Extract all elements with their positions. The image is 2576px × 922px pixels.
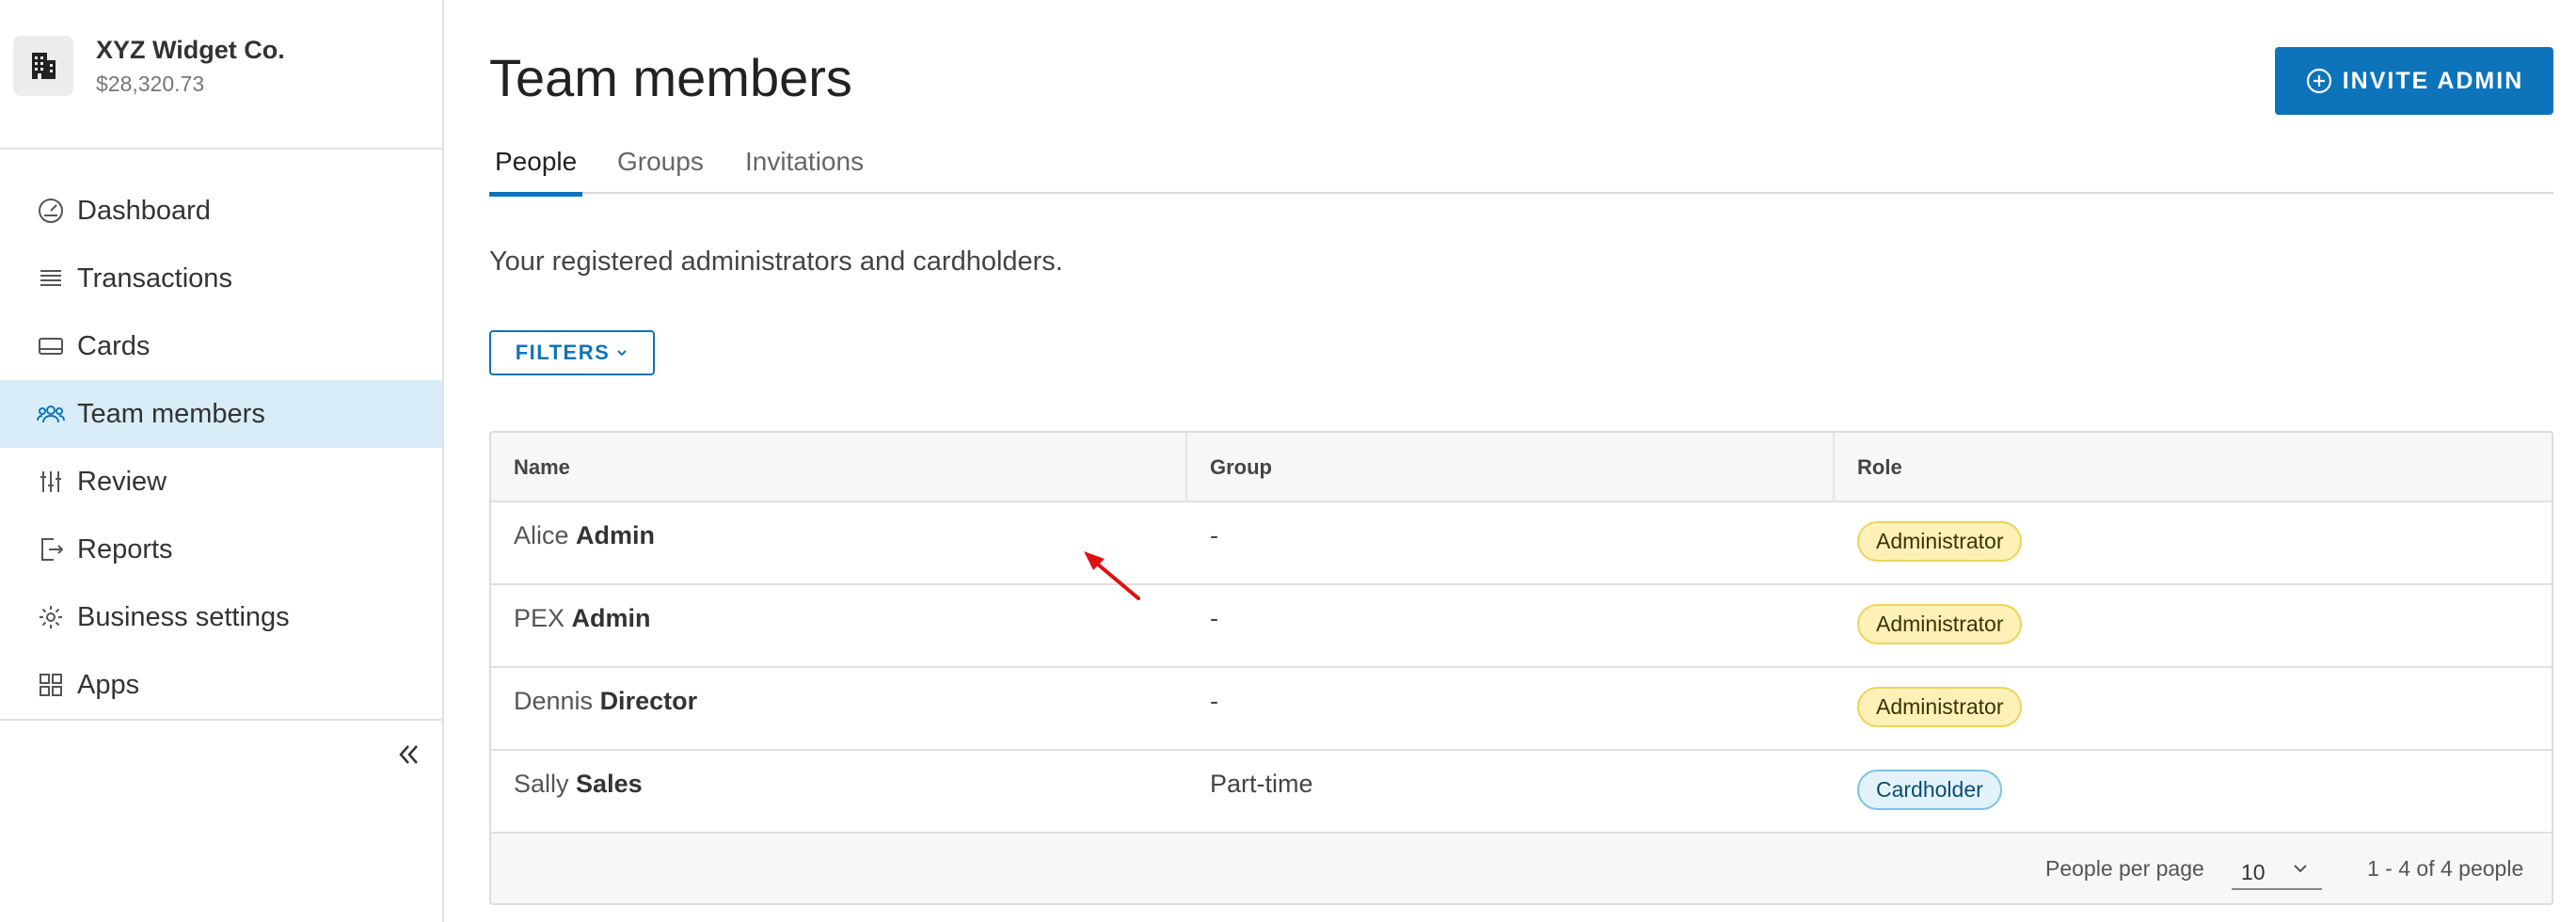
team-members-table: Name Group Role Alice Admin - Administra… bbox=[489, 431, 2553, 905]
column-header-name[interactable]: Name bbox=[491, 433, 1187, 502]
first-name: Dennis bbox=[514, 687, 594, 715]
role-badge: Administrator bbox=[1857, 687, 2023, 727]
member-role: Cardholder bbox=[1835, 751, 2552, 834]
page-title: Team members bbox=[489, 48, 852, 107]
member-role: Administrator bbox=[1835, 668, 2552, 751]
sidebar-item-reports[interactable]: Reports bbox=[0, 516, 442, 583]
member-group: - bbox=[1210, 687, 1218, 715]
per-page-select[interactable]: 10 bbox=[2232, 849, 2322, 890]
pagination-range: 1 - 4 of 4 people bbox=[2367, 856, 2524, 881]
first-name: PEX bbox=[514, 604, 565, 632]
member-group: - bbox=[1210, 604, 1218, 632]
per-page-label: People per page bbox=[2045, 856, 2204, 881]
invite-admin-label: INVITE ADMIN bbox=[2342, 67, 2524, 94]
company-balance: $28,320.73 bbox=[96, 72, 205, 96]
filters-button[interactable]: FILTERS bbox=[489, 330, 655, 375]
sliders-icon bbox=[36, 467, 66, 497]
sidebar-item-label: Cards bbox=[77, 330, 151, 361]
gear-icon bbox=[36, 602, 66, 632]
sidebar-item-cards[interactable]: Cards bbox=[0, 312, 442, 380]
column-header-role[interactable]: Role bbox=[1835, 433, 2552, 502]
double-chevron-left-icon bbox=[399, 745, 418, 764]
table-row[interactable]: Sally Sales Part-time Cardholder bbox=[491, 751, 2552, 834]
grid-icon bbox=[36, 670, 66, 700]
sidebar-item-apps[interactable]: Apps bbox=[0, 651, 442, 719]
sidebar-item-team-members[interactable]: Team members bbox=[0, 380, 442, 448]
table-row[interactable]: PEX Admin - Administrator bbox=[491, 585, 2552, 668]
member-group: Part-time bbox=[1210, 770, 1313, 798]
chevron-down-icon bbox=[617, 350, 627, 357]
member-group: - bbox=[1210, 521, 1218, 549]
sidebar-nav: Dashboard Transactions Cards Team member… bbox=[0, 177, 442, 719]
first-name: Sally bbox=[514, 770, 569, 798]
sidebar-item-label: Review bbox=[77, 466, 167, 497]
last-name: Admin bbox=[576, 521, 656, 549]
team-icon bbox=[36, 399, 66, 429]
tab-invitations[interactable]: Invitations bbox=[739, 147, 869, 192]
sidebar-item-business-settings[interactable]: Business settings bbox=[0, 583, 442, 651]
export-icon bbox=[36, 534, 66, 564]
sidebar-divider bbox=[0, 719, 442, 721]
table-row[interactable]: Alice Admin - Administrator bbox=[491, 502, 2552, 585]
tab-bar: People Groups Invitations bbox=[489, 141, 2553, 197]
tab-groups[interactable]: Groups bbox=[612, 147, 709, 192]
role-badge: Administrator bbox=[1857, 521, 2023, 562]
role-badge: Cardholder bbox=[1857, 770, 2002, 810]
sidebar-item-transactions[interactable]: Transactions bbox=[0, 245, 442, 312]
per-page-value: 10 bbox=[2241, 860, 2266, 884]
last-name: Sales bbox=[576, 770, 643, 798]
sidebar-item-label: Business settings bbox=[77, 601, 290, 632]
sidebar-item-label: Team members bbox=[77, 398, 265, 429]
table-footer: People per page 10 1 - 4 of 4 people bbox=[491, 834, 2552, 903]
sidebar-item-label: Dashboard bbox=[77, 195, 211, 226]
card-icon bbox=[36, 331, 66, 361]
last-name: Director bbox=[599, 687, 698, 715]
page-description: Your registered administrators and cardh… bbox=[489, 246, 1063, 277]
first-name: Alice bbox=[514, 521, 569, 549]
last-name: Admin bbox=[571, 604, 651, 632]
role-badge: Administrator bbox=[1857, 604, 2023, 644]
sidebar-divider bbox=[0, 148, 442, 150]
invite-admin-button[interactable]: INVITE ADMIN bbox=[2275, 47, 2553, 115]
main-content: Team members INVITE ADMIN People Groups … bbox=[444, 0, 2576, 922]
sidebar: XYZ Widget Co. $28,320.73 Dashboard Tran… bbox=[0, 0, 444, 922]
annotation-arrow-icon bbox=[1084, 551, 1140, 600]
sidebar-item-label: Apps bbox=[77, 669, 140, 700]
member-role: Administrator bbox=[1835, 502, 2552, 585]
sidebar-item-label: Reports bbox=[77, 533, 173, 564]
building-icon bbox=[13, 36, 73, 96]
table-row[interactable]: Dennis Director - Administrator bbox=[491, 668, 2552, 751]
member-name: Dennis Director bbox=[491, 668, 1187, 751]
member-role: Administrator bbox=[1835, 585, 2552, 668]
sidebar-item-review[interactable]: Review bbox=[0, 448, 442, 516]
member-name: Sally Sales bbox=[491, 751, 1187, 834]
plus-circle-icon bbox=[2306, 68, 2331, 94]
tab-people[interactable]: People bbox=[489, 147, 583, 197]
list-icon bbox=[36, 263, 66, 294]
sidebar-item-dashboard[interactable]: Dashboard bbox=[0, 177, 442, 245]
table-header: Name Group Role bbox=[491, 433, 2552, 502]
gauge-icon bbox=[36, 196, 66, 226]
sidebar-item-label: Transactions bbox=[77, 262, 232, 294]
chevron-down-icon bbox=[2294, 865, 2307, 873]
company-header[interactable]: XYZ Widget Co. $28,320.73 bbox=[13, 34, 437, 100]
collapse-sidebar-button[interactable] bbox=[390, 736, 427, 773]
column-header-group[interactable]: Group bbox=[1187, 433, 1835, 502]
filters-label: FILTERS bbox=[515, 341, 611, 364]
company-name: XYZ Widget Co. bbox=[96, 36, 285, 64]
